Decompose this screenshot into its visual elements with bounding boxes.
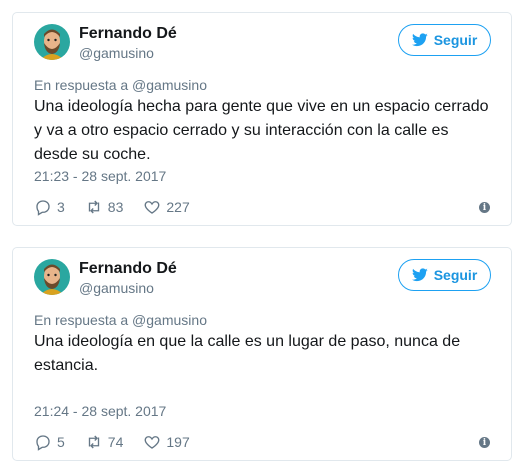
like-button[interactable]: 227 [143, 198, 190, 216]
avatar[interactable] [34, 259, 70, 295]
tweet-card: Fernando Dé @gamusino Seguir En respuest… [12, 12, 512, 226]
info-icon[interactable]: i [479, 437, 490, 448]
tweet-card: Fernando Dé @gamusino Seguir En respuest… [12, 247, 512, 461]
follow-button[interactable]: Seguir [398, 24, 491, 56]
reply-button[interactable]: 5 [34, 433, 65, 451]
avatar[interactable] [34, 24, 70, 60]
reply-count: 3 [57, 199, 65, 215]
author-handle[interactable]: @gamusino [79, 280, 154, 296]
reply-button[interactable]: 3 [34, 198, 65, 216]
like-count: 197 [166, 434, 190, 450]
retweet-count: 83 [107, 199, 124, 215]
author-handle[interactable]: @gamusino [79, 45, 154, 61]
reply-count: 5 [57, 434, 65, 450]
reply-to-context[interactable]: En respuesta a @gamusino [34, 312, 207, 328]
tweet-text: Una ideología en que la calle es un luga… [34, 333, 461, 374]
like-count: 227 [166, 199, 190, 215]
follow-label: Seguir [433, 267, 478, 283]
tweet-timestamp[interactable]: 21:23 - 28 sept. 2017 [34, 168, 166, 184]
retweet-button[interactable]: 74 [85, 433, 124, 451]
reply-icon [36, 200, 50, 216]
like-icon [144, 436, 160, 449]
tweet-actions: 5 74 197 [34, 433, 210, 451]
author-name[interactable]: Fernando Dé [79, 25, 177, 43]
tweet-actions: 3 83 227 [34, 198, 210, 216]
author-name[interactable]: Fernando Dé [79, 260, 177, 278]
tweet-timestamp[interactable]: 21:24 - 28 sept. 2017 [34, 403, 166, 419]
info-icon[interactable]: i [479, 202, 490, 213]
retweet-count: 74 [107, 434, 124, 450]
retweet-icon [88, 200, 99, 214]
twitter-bird-icon [411, 33, 428, 47]
retweet-button[interactable]: 83 [85, 198, 124, 216]
retweet-icon [88, 435, 99, 449]
follow-button[interactable]: Seguir [398, 259, 491, 291]
twitter-bird-icon [411, 268, 428, 282]
tweet-text: Una ideología hecha para gente que vive … [34, 98, 489, 163]
like-icon [144, 201, 160, 214]
like-button[interactable]: 197 [143, 433, 190, 451]
reply-to-context[interactable]: En respuesta a @gamusino [34, 77, 207, 93]
follow-label: Seguir [433, 32, 478, 48]
reply-icon [36, 435, 50, 451]
